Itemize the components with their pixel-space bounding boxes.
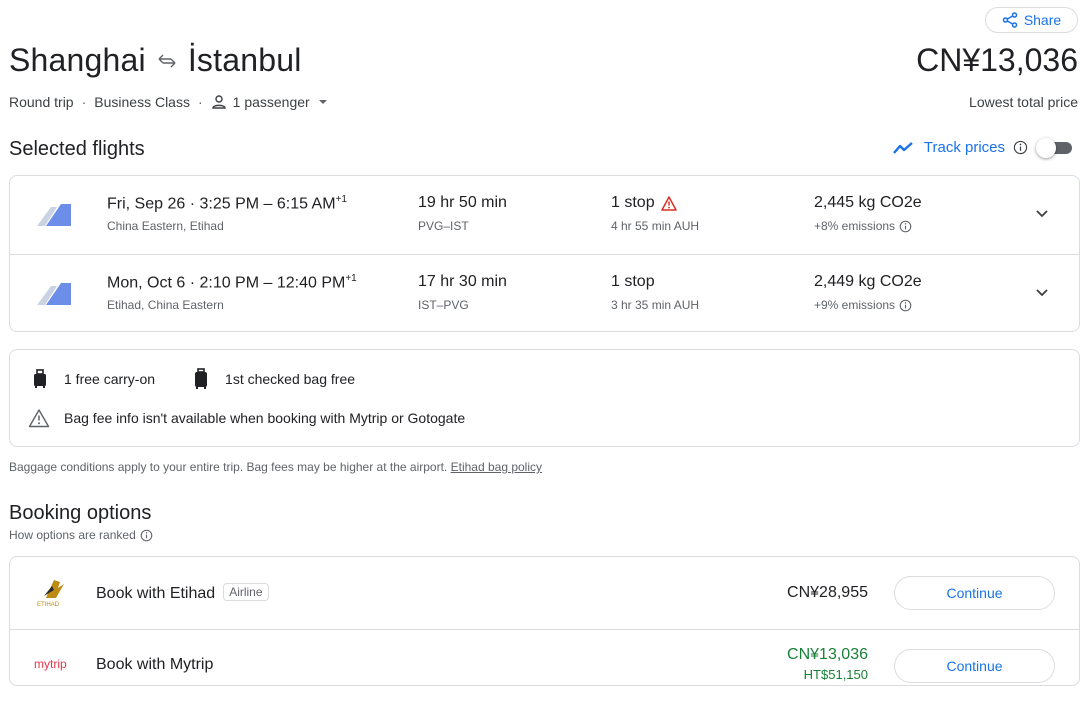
selected-flights-card: Fri, Sep 26 · 3:25 PM – 6:15 AM+1 China … xyxy=(9,175,1080,332)
flight-times: Fri, Sep 26 · 3:25 PM – 6:15 AM+1 xyxy=(107,194,347,213)
dropdown-arrow-icon xyxy=(318,100,327,104)
day-offset: +1 xyxy=(345,273,357,284)
selected-flights-title: Selected flights xyxy=(9,138,145,160)
booking-price-secondary: HT$51,150 xyxy=(803,667,868,682)
flight-route: PVG–IST xyxy=(418,219,469,233)
flight-layover: 3 hr 35 min AUH xyxy=(611,298,700,312)
warning-icon xyxy=(660,195,677,211)
info-icon xyxy=(140,529,153,541)
booking-provider-name: Book with Etihad Airline xyxy=(96,583,269,603)
track-prices-label: Track prices xyxy=(923,139,1005,156)
booking-options-card: ETIHAD Book with Etihad Airline CN¥28,955… xyxy=(9,556,1080,686)
flight-duration: 19 hr 50 min xyxy=(418,194,507,211)
booking-options-title: Booking options xyxy=(9,502,152,524)
flight-emissions: +8% emissions xyxy=(814,219,912,233)
checked-bag-text: 1st checked bag free xyxy=(225,371,356,387)
person-icon xyxy=(211,95,226,109)
airline-logo-icon xyxy=(37,283,71,305)
airline-logo-icon xyxy=(37,204,71,226)
cabin-class: Business Class xyxy=(94,94,190,110)
etihad-logo: ETIHAD xyxy=(37,580,64,608)
flight-emissions: +9% emissions xyxy=(814,298,912,312)
ranking-info-link[interactable]: How options are ranked xyxy=(9,528,153,542)
baggage-allowance: 1 free carry-on 1st checked bag free xyxy=(32,368,355,390)
trending-icon xyxy=(892,141,913,154)
flight-layover: 4 hr 55 min AUH xyxy=(611,219,700,233)
continue-button[interactable]: Continue xyxy=(894,649,1055,683)
trip-type: Round trip xyxy=(9,94,74,110)
carry-on-text: 1 free carry-on xyxy=(64,371,156,387)
round-trip-arrows-icon xyxy=(158,54,176,67)
flight-stops: 1 stop xyxy=(611,194,677,212)
booking-provider-name: Book with Mytrip xyxy=(96,656,214,673)
booking-price: CN¥13,036 xyxy=(787,646,868,663)
flight-row-outbound[interactable]: Fri, Sep 26 · 3:25 PM – 6:15 AM+1 China … xyxy=(10,176,1079,253)
continue-button[interactable]: Continue xyxy=(894,576,1055,610)
baggage-warning: Bag fee info isn't available when bookin… xyxy=(28,408,465,428)
svg-text:ETIHAD: ETIHAD xyxy=(37,602,60,608)
flight-duration: 17 hr 30 min xyxy=(418,273,507,290)
info-icon[interactable] xyxy=(1013,140,1028,155)
info-icon[interactable] xyxy=(899,299,912,312)
flight-airlines: Etihad, China Eastern xyxy=(107,298,224,312)
flight-co2: 2,445 kg CO2e xyxy=(814,194,922,211)
warning-icon xyxy=(28,409,50,428)
flight-stops: 1 stop xyxy=(611,273,655,290)
chevron-down-icon[interactable] xyxy=(1033,283,1051,301)
booking-option-etihad: ETIHAD Book with Etihad Airline CN¥28,955… xyxy=(10,557,1079,628)
share-icon xyxy=(1002,12,1018,28)
airline-badge: Airline xyxy=(223,583,269,601)
booking-option-mytrip: mytrip Book with Mytrip CN¥13,036 HT$51,… xyxy=(10,629,1079,701)
checked-bag-icon xyxy=(195,368,208,389)
baggage-warning-text: Bag fee info isn't available when bookin… xyxy=(64,410,466,426)
passenger-count: 1 passenger xyxy=(232,94,310,110)
bag-policy-link[interactable]: Etihad bag policy xyxy=(451,460,542,474)
flight-route: IST–PVG xyxy=(418,298,469,312)
flight-times: Mon, Oct 6 · 2:10 PM – 12:40 PM+1 xyxy=(107,273,357,292)
day-offset: +1 xyxy=(335,194,347,205)
share-button[interactable]: Share xyxy=(985,7,1078,33)
carry-on-bag-icon xyxy=(34,369,46,388)
baggage-card: 1 free carry-on 1st checked bag free Bag… xyxy=(9,349,1080,447)
share-label: Share xyxy=(1023,12,1062,28)
chevron-down-icon[interactable] xyxy=(1033,204,1051,222)
lowest-price-label: Lowest total price xyxy=(969,94,1078,110)
destination-city: İstanbul xyxy=(187,42,302,78)
info-icon[interactable] xyxy=(899,220,912,233)
booking-price: CN¥28,955 xyxy=(787,584,868,601)
trip-title: Shanghai İstanbul xyxy=(9,42,302,79)
baggage-conditions-note: Baggage conditions apply to your entire … xyxy=(9,460,543,474)
flight-row-return[interactable]: Mon, Oct 6 · 2:10 PM – 12:40 PM+1 Etihad… xyxy=(10,254,1079,332)
flight-airlines: China Eastern, Etihad xyxy=(107,219,224,233)
track-prices: Track prices xyxy=(892,137,1072,158)
mytrip-logo: mytrip xyxy=(34,657,67,671)
lowest-total-price: CN¥13,036 xyxy=(916,42,1078,78)
origin-city: Shanghai xyxy=(9,42,146,78)
track-prices-toggle[interactable] xyxy=(1036,137,1072,158)
flight-co2: 2,449 kg CO2e xyxy=(814,273,922,290)
trip-summary: Round trip · Business Class · 1 passenge… xyxy=(9,94,330,110)
passenger-selector[interactable]: 1 passenger xyxy=(211,94,330,110)
